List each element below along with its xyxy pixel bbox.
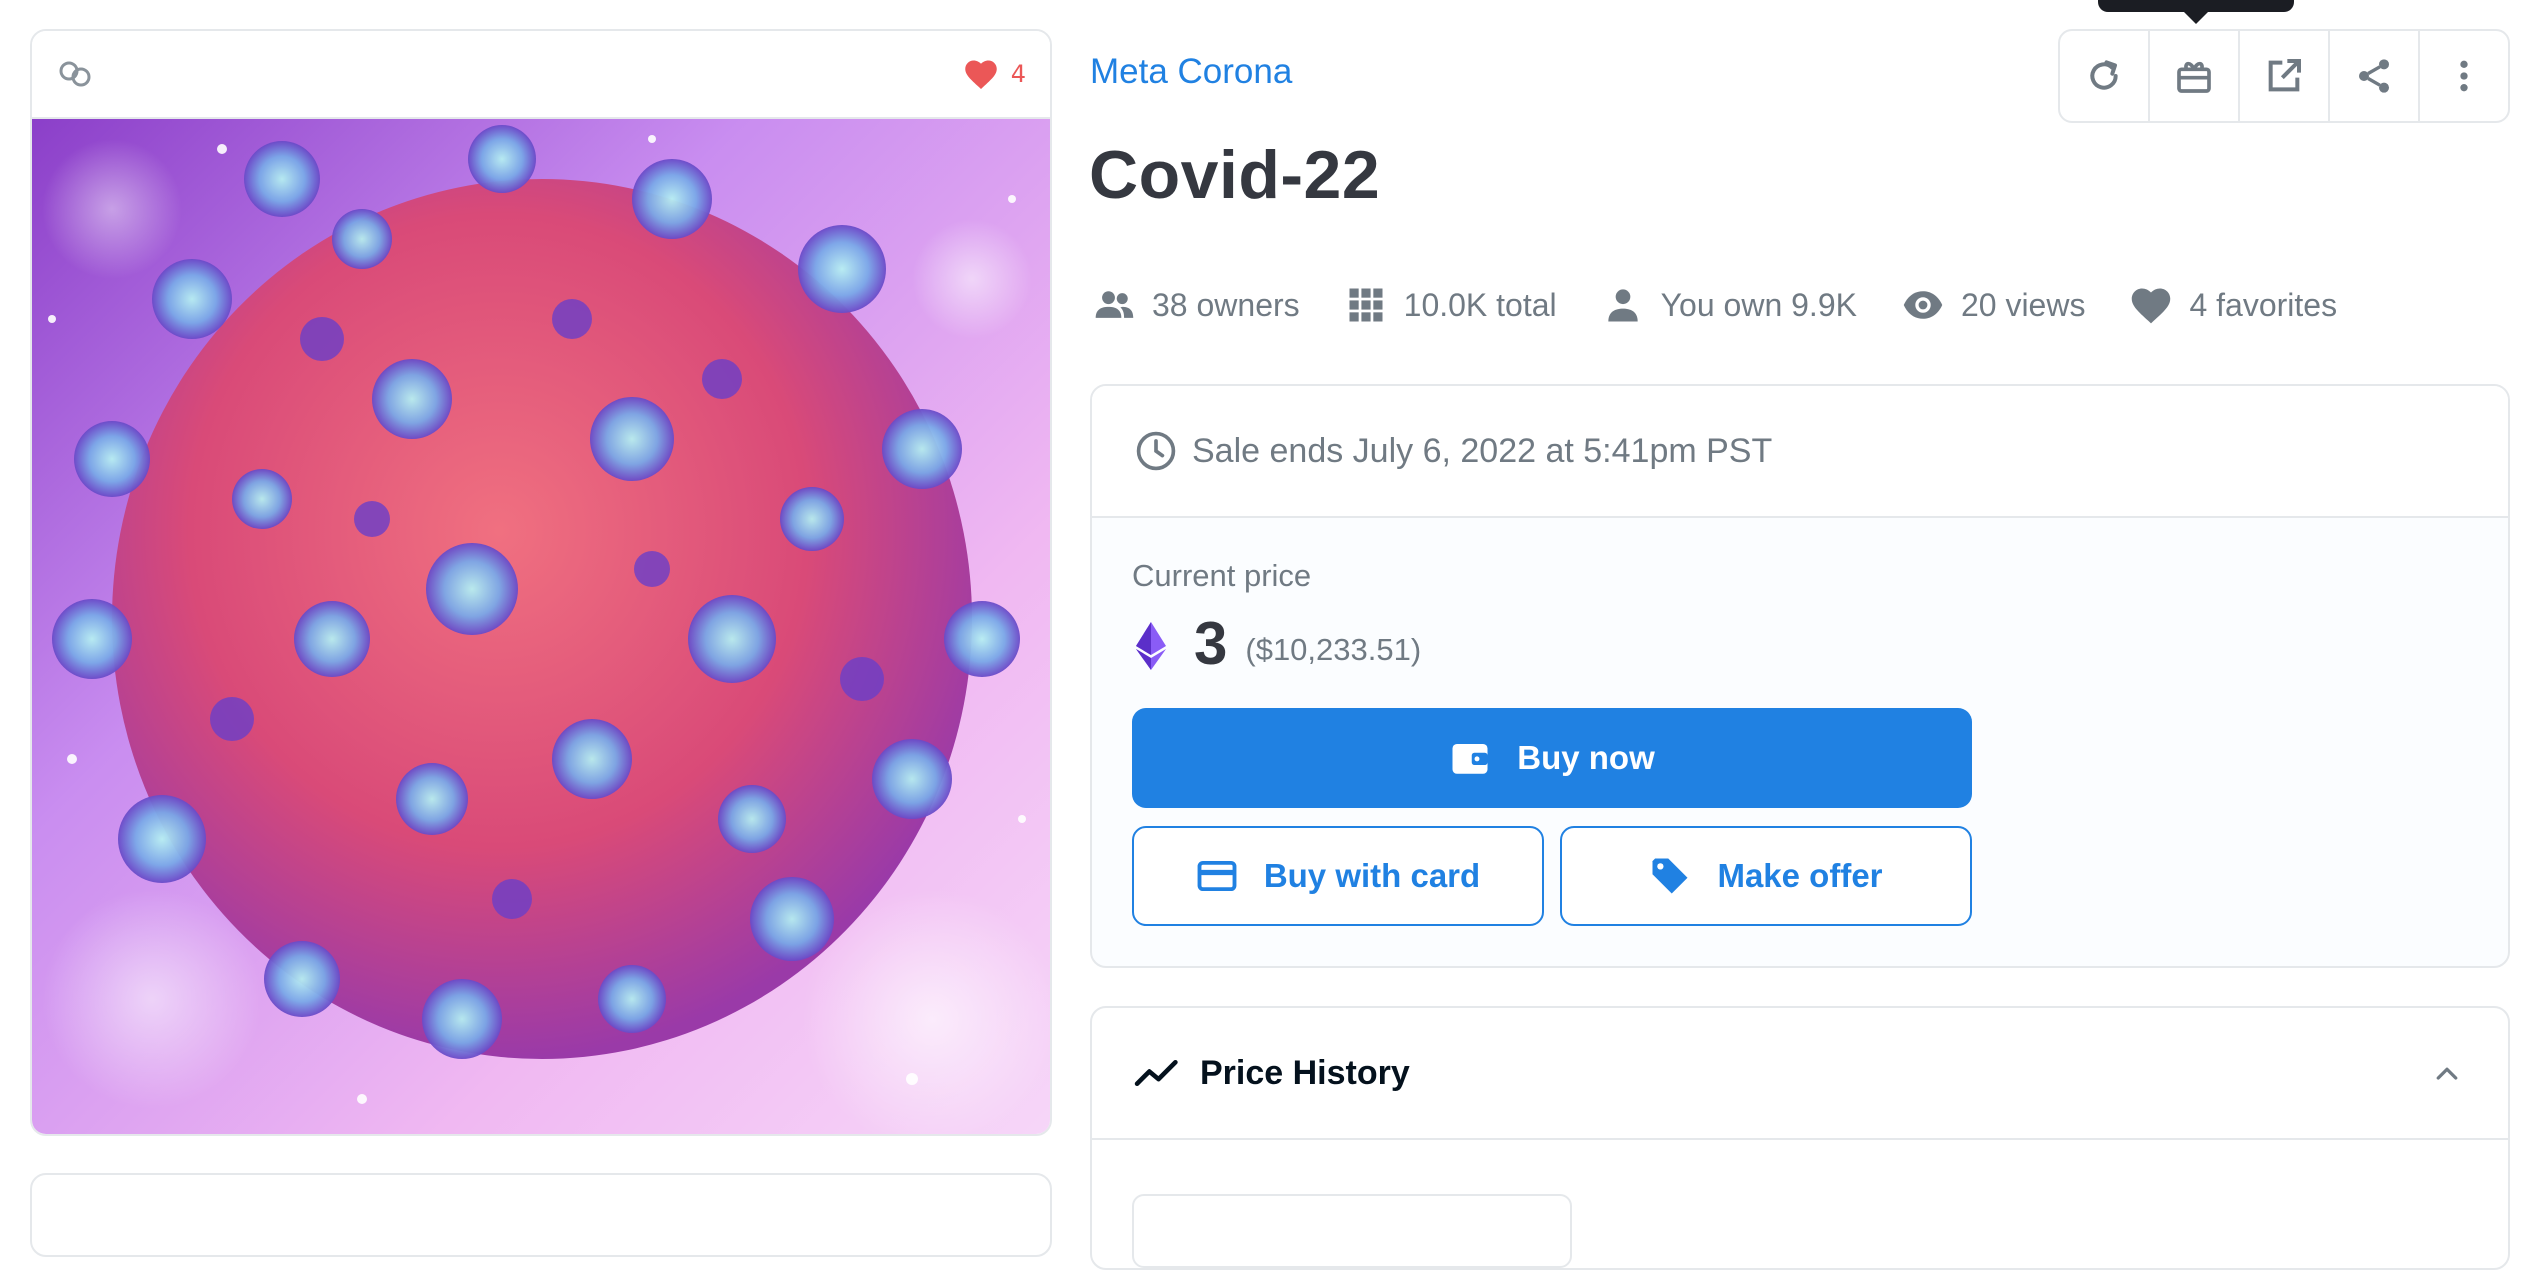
stat-favorites[interactable]: 4 favorites <box>2129 283 2337 327</box>
price-value: 3 <box>1194 610 1228 677</box>
more-options-button[interactable] <box>2420 31 2508 121</box>
details-card <box>30 1173 1052 1257</box>
refresh-icon <box>2090 60 2118 90</box>
gift-icon <box>2177 61 2211 93</box>
transfer-button[interactable] <box>2150 31 2240 121</box>
buy-with-card-button[interactable]: Buy with card <box>1132 826 1544 926</box>
share-icon <box>2359 59 2389 93</box>
stat-owners-label: 38 owners <box>1152 286 1300 323</box>
price-history-header[interactable]: Price History <box>1092 1008 2508 1140</box>
item-action-bar <box>2058 29 2510 123</box>
price-history-period-select[interactable] <box>1132 1194 1572 1268</box>
stat-total-label: 10.0K total <box>1403 286 1557 323</box>
media-card: 4 <box>30 29 1052 1136</box>
price-history-panel: Price History <box>1090 1006 2510 1270</box>
favorite-count: 4 <box>1010 60 1026 88</box>
external-link-icon <box>2268 59 2301 92</box>
stat-views-label: 20 views <box>1960 286 2086 323</box>
grid-icon <box>1349 288 1383 322</box>
price-row: 3 ($10,233.51) <box>1136 614 1421 674</box>
tooltip-arrow <box>2182 10 2210 24</box>
item-stats: 38 owners 10.0K total You own 9.9K 20 vi… <box>1092 282 2381 328</box>
refresh-metadata-button[interactable] <box>2060 31 2150 121</box>
trending-icon <box>1134 1059 1178 1087</box>
ethereum-icon <box>1136 622 1166 670</box>
share-button[interactable] <box>2330 31 2420 121</box>
sale-header: Sale ends July 6, 2022 at 5:41pm PST <box>1092 386 2508 518</box>
tag-icon <box>1652 858 1688 894</box>
virus-artwork <box>32 119 1050 1134</box>
stat-favorites-label: 4 favorites <box>2189 286 2338 323</box>
make-offer-label: Make offer <box>1717 857 1883 894</box>
price-label: Current price <box>1132 558 1312 593</box>
more-vertical-icon <box>2460 60 2468 92</box>
chevron-up-icon <box>2436 1067 2458 1080</box>
stat-you-own-label: You own 9.9K <box>1660 286 1857 323</box>
favorite-toggle[interactable]: 4 <box>963 57 1026 91</box>
stat-owners[interactable]: 38 owners <box>1092 283 1300 327</box>
people-icon <box>1095 291 1134 318</box>
heart-icon <box>964 60 997 89</box>
chain-link-icon <box>59 61 91 87</box>
sale-card: Sale ends July 6, 2022 at 5:41pm PST Cur… <box>1090 384 2510 968</box>
heart-icon <box>2132 288 2171 324</box>
price-history-title: Price History <box>1200 1053 1410 1092</box>
person-icon <box>1607 289 1638 322</box>
buy-now-label: Buy now <box>1517 739 1655 776</box>
wallet-icon <box>1452 744 1488 774</box>
media-header: 4 <box>32 31 1050 119</box>
price-fiat: ($10,233.51) <box>1245 632 1422 667</box>
sale-end-text: Sale ends July 6, 2022 at 5:41pm PST <box>1192 431 1773 470</box>
item-title: Covid-22 <box>1089 137 1381 213</box>
eye-icon <box>1903 291 1943 319</box>
view-on-site-button[interactable] <box>2240 31 2330 121</box>
clock-icon <box>1136 431 1176 471</box>
stat-views: 20 views <box>1901 283 2086 327</box>
credit-card-icon <box>1197 860 1237 892</box>
nft-image[interactable] <box>32 119 1050 1134</box>
stat-you-own: You own 9.9K <box>1601 283 1857 327</box>
buy-with-card-label: Buy with card <box>1263 857 1481 894</box>
buy-now-button[interactable]: Buy now <box>1132 708 1972 808</box>
make-offer-button[interactable]: Make offer <box>1560 826 1972 926</box>
collection-link[interactable]: Meta Corona <box>1090 52 1292 92</box>
stat-total: 10.0K total <box>1344 283 1557 327</box>
